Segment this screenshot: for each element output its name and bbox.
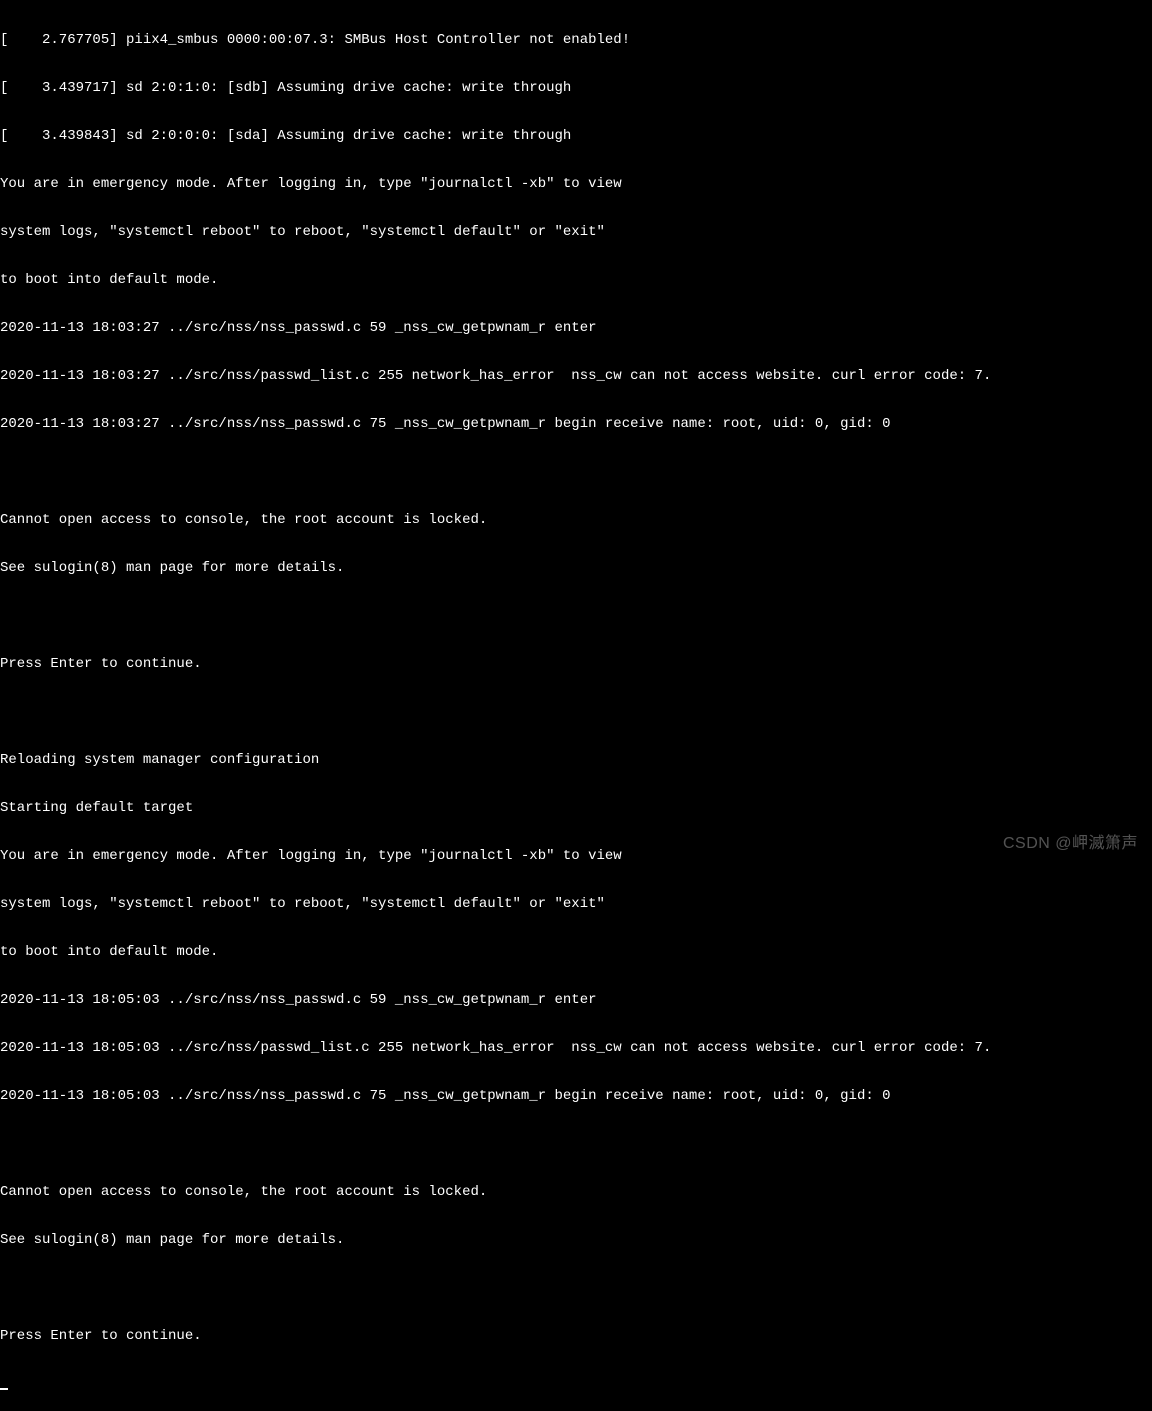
console-line: 2020-11-13 18:05:03 ../src/nss/nss_passw…	[0, 992, 1152, 1008]
console-line: 2020-11-13 18:03:27 ../src/nss/passwd_li…	[0, 368, 1152, 384]
console-line: See sulogin(8) man page for more details…	[0, 1232, 1152, 1248]
console-line: Reloading system manager configuration	[0, 752, 1152, 768]
console-line: [ 3.439843] sd 2:0:0:0: [sda] Assuming d…	[0, 128, 1152, 144]
console-line	[0, 1136, 1152, 1152]
console-line: to boot into default mode.	[0, 272, 1152, 288]
console-line: Press Enter to continue.	[0, 1328, 1152, 1344]
console-line: 2020-11-13 18:05:03 ../src/nss/nss_passw…	[0, 1088, 1152, 1104]
console-line	[0, 1280, 1152, 1296]
console-line: system logs, "systemctl reboot" to reboo…	[0, 224, 1152, 240]
console-line: See sulogin(8) man page for more details…	[0, 560, 1152, 576]
watermark-text: CSDN @岬滅箫声	[1003, 836, 1138, 852]
console-line: to boot into default mode.	[0, 944, 1152, 960]
console-line: Cannot open access to console, the root …	[0, 1184, 1152, 1200]
console-line: system logs, "systemctl reboot" to reboo…	[0, 896, 1152, 912]
console-line: 2020-11-13 18:03:27 ../src/nss/nss_passw…	[0, 416, 1152, 432]
console-line: [ 3.439717] sd 2:0:1:0: [sdb] Assuming d…	[0, 80, 1152, 96]
console-line	[0, 608, 1152, 624]
console-line	[0, 704, 1152, 720]
console-line: You are in emergency mode. After logging…	[0, 848, 1152, 864]
console-line: 2020-11-13 18:05:03 ../src/nss/passwd_li…	[0, 1040, 1152, 1056]
console-line: You are in emergency mode. After logging…	[0, 176, 1152, 192]
cursor-icon	[0, 1388, 8, 1390]
cursor-line[interactable]	[0, 1376, 1152, 1395]
console-line: 2020-11-13 18:03:27 ../src/nss/nss_passw…	[0, 320, 1152, 336]
console-line: Press Enter to continue.	[0, 656, 1152, 672]
console-line	[0, 464, 1152, 480]
console-line: Starting default target	[0, 800, 1152, 816]
console-output[interactable]: [ 2.767705] piix4_smbus 0000:00:07.3: SM…	[0, 0, 1152, 1411]
console-line: [ 2.767705] piix4_smbus 0000:00:07.3: SM…	[0, 32, 1152, 48]
console-line: Cannot open access to console, the root …	[0, 512, 1152, 528]
